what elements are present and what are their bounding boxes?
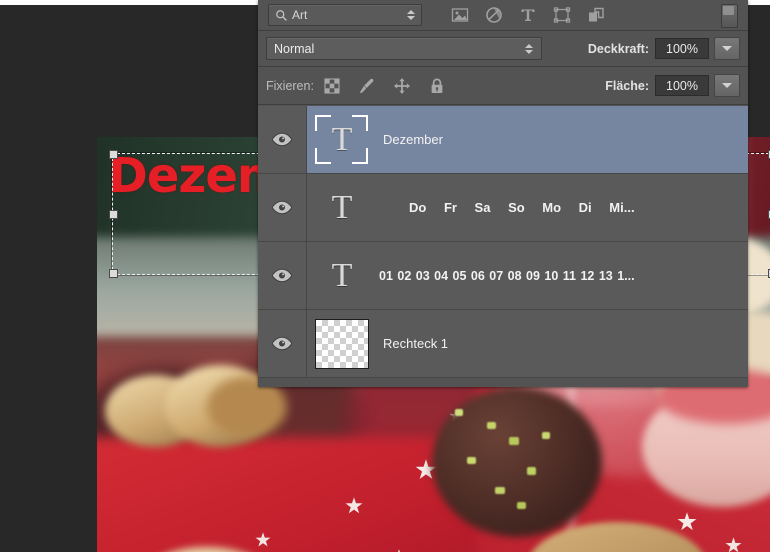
- layer-filter-row: Art: [258, 0, 748, 31]
- eye-icon: [271, 132, 293, 147]
- toggle-knob: [723, 6, 734, 15]
- layer-visibility-toggle[interactable]: [258, 174, 307, 241]
- photoshop-workspace: Dezember Art Normal Deckkraft: 100% Fixi…: [0, 0, 770, 552]
- filter-enable-toggle[interactable]: [721, 4, 738, 28]
- layer-row-weekdays[interactable]: T Do Fr Sa So Mo Di Mi...: [258, 174, 748, 242]
- stepper-down-arrow: [525, 49, 533, 54]
- lock-transparent-pixels-icon[interactable]: [323, 77, 341, 95]
- layer-thumbnail-type[interactable]: T: [307, 242, 377, 309]
- blend-mode-stepper[interactable]: [521, 40, 537, 58]
- type-layer-T-glyph: T: [331, 120, 353, 158]
- layers-panel: Art Normal Deckkraft: 100% Fixieren: Flä…: [258, 0, 748, 387]
- transparent-checkerboard-icon: [315, 318, 369, 369]
- layer-visibility-toggle[interactable]: [258, 310, 307, 377]
- chevron-down-icon: [722, 83, 732, 88]
- opacity-group: Deckkraft: 100%: [588, 37, 740, 60]
- lock-label: Fixieren:: [266, 78, 314, 93]
- type-layer-filter-icon[interactable]: [518, 5, 538, 25]
- layer-thumbnail-transparent[interactable]: [307, 310, 377, 377]
- type-layer-T-glyph: T: [331, 188, 353, 226]
- pixel-layer-filter-icon[interactable]: [450, 5, 470, 25]
- opacity-dropdown-button[interactable]: [714, 37, 740, 60]
- opacity-input[interactable]: 100%: [655, 38, 709, 59]
- opacity-label: Deckkraft:: [587, 41, 649, 56]
- layer-row-rechteck-1[interactable]: Rechteck 1: [258, 310, 748, 378]
- stepper-down-arrow: [407, 16, 415, 20]
- shape-layer-filter-icon[interactable]: [552, 5, 572, 25]
- lock-position-icon[interactable]: [393, 77, 411, 95]
- eye-icon: [271, 268, 293, 283]
- filter-kind-stepper[interactable]: [403, 6, 419, 24]
- layer-visibility-toggle[interactable]: [258, 242, 307, 309]
- lock-icon-group: [323, 77, 446, 95]
- layer-name[interactable]: Rechteck 1: [377, 336, 448, 351]
- fill-label: Fläche:: [605, 78, 649, 93]
- blend-mode-select[interactable]: Normal: [266, 37, 542, 60]
- layer-name[interactable]: Dezember: [377, 132, 443, 147]
- blend-mode-value: Normal: [274, 41, 315, 56]
- layer-row-daynumbers[interactable]: T 01 02 03 04 05 06 07 08 09 10 11 12 13…: [258, 242, 748, 310]
- fill-input[interactable]: 100%: [655, 75, 709, 96]
- stepper-up-arrow: [525, 43, 533, 48]
- lock-all-icon[interactable]: [428, 77, 446, 95]
- eye-icon: [271, 336, 293, 351]
- type-layer-T-glyph: T: [331, 256, 353, 294]
- chevron-down-icon: [722, 46, 732, 51]
- lock-image-pixels-icon[interactable]: [358, 77, 376, 95]
- fill-dropdown-button[interactable]: [714, 74, 740, 97]
- layer-row-dezember[interactable]: T Dezember: [258, 106, 748, 174]
- filter-type-icons: [450, 5, 606, 25]
- blend-mode-row: Normal Deckkraft: 100%: [258, 31, 748, 67]
- smart-object-filter-icon[interactable]: [586, 5, 606, 25]
- layer-thumbnail-type[interactable]: T: [307, 174, 377, 241]
- layer-name[interactable]: Do Fr Sa So Mo Di Mi...: [377, 200, 635, 215]
- filter-kind-select[interactable]: Art: [268, 4, 422, 26]
- magnifier-icon: [276, 9, 287, 21]
- layer-list: T Dezember T Do Fr Sa So Mo Di Mi... T 0…: [258, 106, 748, 387]
- layer-visibility-toggle[interactable]: [258, 106, 307, 173]
- fill-group: Fläche: 100%: [605, 74, 740, 97]
- eye-icon: [271, 200, 293, 215]
- filter-kind-label: Art: [292, 8, 308, 22]
- adjustment-layer-filter-icon[interactable]: [484, 5, 504, 25]
- lock-row: Fixieren: Fläche: 100%: [258, 67, 748, 105]
- layer-name[interactable]: 01 02 03 04 05 06 07 08 09 10 11 12 13 1…: [377, 269, 635, 283]
- layer-thumbnail-type[interactable]: T: [307, 106, 377, 173]
- stepper-up-arrow: [407, 10, 415, 14]
